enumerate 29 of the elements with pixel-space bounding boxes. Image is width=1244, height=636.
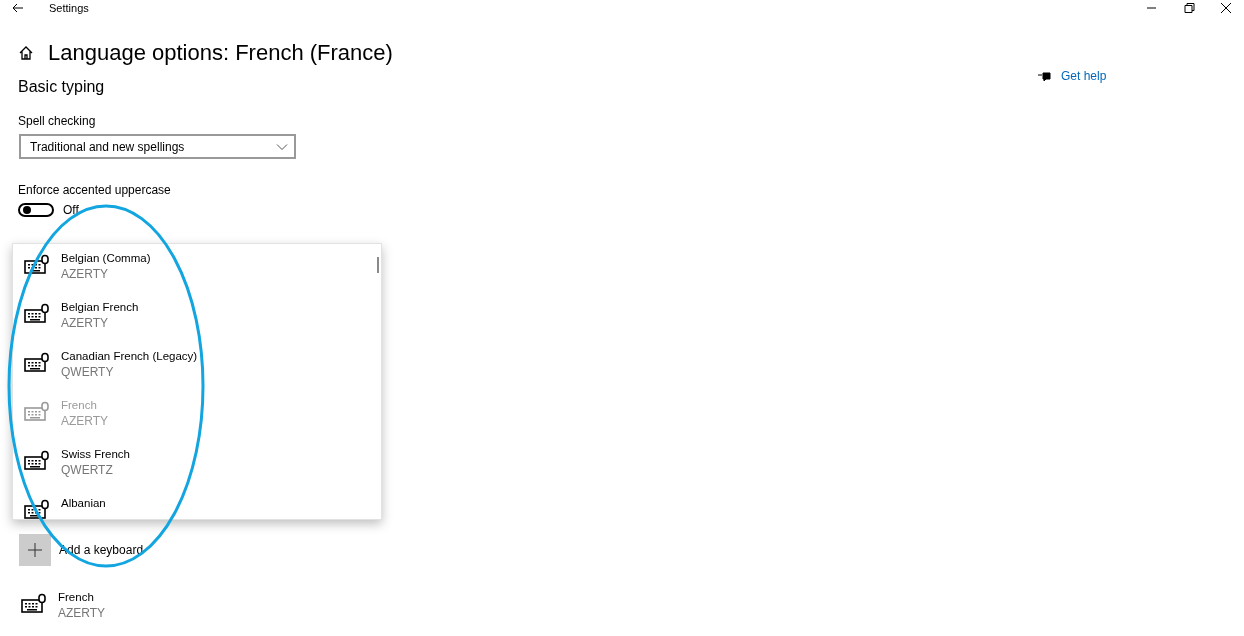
keyboard-layout: AZERTY (58, 605, 106, 621)
keyboard-layout: AZERTY (61, 266, 110, 282)
keyboard-name: French (61, 398, 98, 413)
keyboard-name: Belgian French (61, 300, 139, 315)
keyboard-icon (20, 593, 48, 615)
keyboard-layout: QWERTZ (61, 462, 114, 478)
keyboard-layout: QWERTY (61, 364, 115, 380)
keyboard-name: Belgian (Comma) (61, 251, 151, 266)
get-help-link[interactable]: Get help (1061, 69, 1107, 83)
keyboard-layout: AZERTY (61, 413, 109, 429)
keyboard-name: French (58, 590, 95, 605)
toggle-state: Off (63, 203, 79, 217)
section-heading: Basic typing (18, 78, 106, 97)
plus-icon (28, 543, 42, 557)
keyboard-name: Canadian French (Legacy) (61, 349, 198, 364)
toggle-switch[interactable] (18, 203, 54, 217)
keyboard-layout: AZERTY (61, 315, 110, 331)
window-title: Settings (49, 2, 89, 14)
field-label: Enforce accented uppercase (18, 183, 172, 197)
page-title: Language options: French (France) (48, 40, 393, 66)
home-icon[interactable] (18, 45, 34, 61)
keyboard-name: Albanian (61, 496, 106, 511)
spell-checking-dropdown[interactable]: Traditional and new spellings (19, 134, 296, 159)
scrollbar[interactable] (377, 257, 379, 273)
keyboard-name: Swiss French (61, 447, 131, 462)
field-label: Spell checking (18, 114, 97, 128)
chevron-down-icon (276, 142, 288, 151)
chat-icon (1037, 71, 1051, 81)
dropdown-value: Traditional and new spellings (30, 139, 185, 154)
